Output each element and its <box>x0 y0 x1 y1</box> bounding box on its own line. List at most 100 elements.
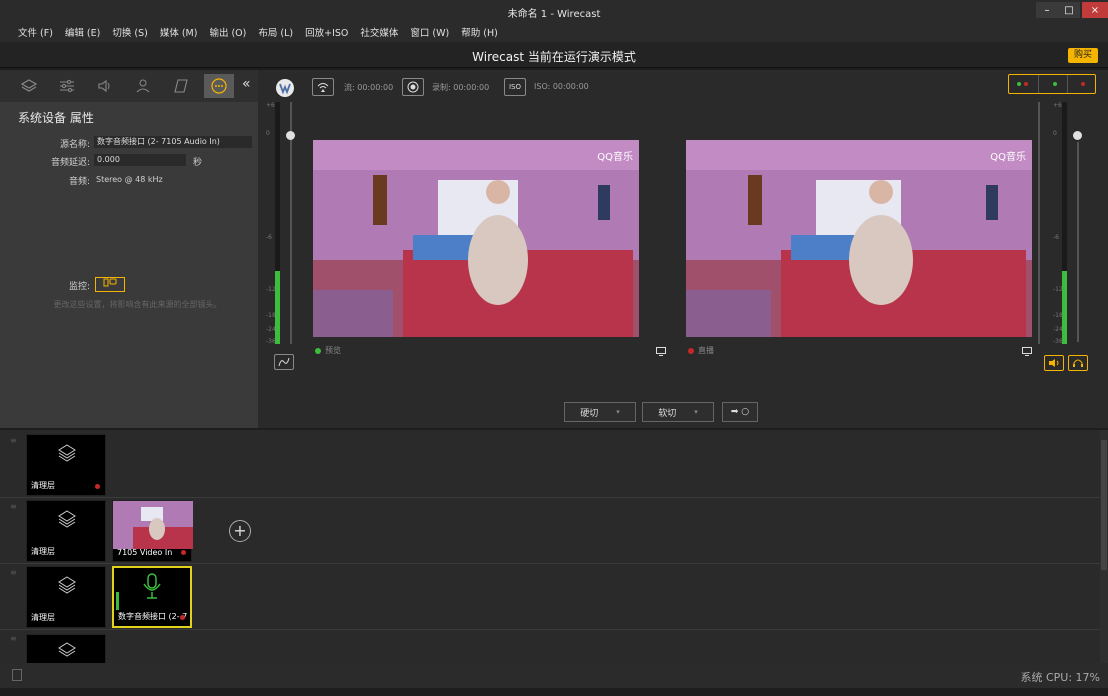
more-tab-icon[interactable] <box>204 74 234 98</box>
live-label: 直播 <box>698 346 714 355</box>
live-label-row: 直播 <box>688 345 714 356</box>
headphones-button[interactable] <box>1068 355 1088 371</box>
shot-tile[interactable] <box>26 634 106 664</box>
cut-transition-label: 硬切 <box>580 408 599 419</box>
volume-slider-knob-left[interactable] <box>286 131 295 140</box>
stream-time: 00:00:00 <box>357 83 394 92</box>
transform-tab-icon[interactable] <box>166 74 196 98</box>
maximize-button[interactable]: □ <box>1058 2 1080 18</box>
shot-label: 7105 Video In <box>117 548 173 557</box>
menu-layout[interactable]: 布局 (L) <box>258 25 293 39</box>
drag-handle-icon[interactable]: ≡ <box>10 502 17 511</box>
shot-tile[interactable]: 清理层 <box>26 566 106 628</box>
live-dot <box>95 484 100 489</box>
menu-window[interactable]: 窗口 (W) <box>410 25 449 39</box>
live-monitor-icon[interactable] <box>1022 346 1032 359</box>
source-name-field[interactable]: 数字音频接口 (2- 7105 Audio In) <box>94 136 252 148</box>
shot-tile-audio-selected[interactable]: 数字音频接口 (2- 7 <box>112 566 192 628</box>
menu-bar: 文件 (F) 编辑 (E) 切换 (S) 媒体 (M) 输出 (O) 布局 (L… <box>0 22 1108 42</box>
volume-slider-knob-right[interactable] <box>1073 131 1082 140</box>
audio-format-value: Stereo @ 48 kHz <box>96 175 163 184</box>
menu-switch[interactable]: 切换 (S) <box>112 25 147 39</box>
properties-panel: « 系统设备 属性 源名称: 数字音频接口 (2- 7105 Audio In)… <box>0 70 258 428</box>
preview-video[interactable]: QQ音乐 <box>313 140 639 337</box>
minimize-button[interactable]: – <box>1036 2 1058 18</box>
menu-media[interactable]: 媒体 (M) <box>160 25 198 39</box>
status-bar: 系统 CPU: 17% <box>0 663 1108 688</box>
preview-label: 预览 <box>325 346 341 355</box>
cut-transition-select[interactable]: 硬切 ▾ <box>564 402 636 422</box>
cpu-label: 系统 CPU: <box>1020 671 1073 684</box>
shot-tile-video[interactable]: 7105 Video In <box>112 500 193 562</box>
smooth-transition-label: 软切 <box>658 408 677 419</box>
iso-status: ISO: 00:00:00 <box>534 82 589 91</box>
drag-handle-icon[interactable]: ≡ <box>10 568 17 577</box>
buy-button[interactable]: 购买 <box>1068 48 1098 63</box>
volume-track-right-lower <box>1077 142 1079 342</box>
monitor-headphone-icon <box>103 278 117 287</box>
broadcast-icon <box>317 83 329 92</box>
preview-monitor-icon[interactable] <box>656 346 666 359</box>
menu-social[interactable]: 社交媒体 <box>360 25 398 39</box>
speaker-button[interactable] <box>1044 355 1064 371</box>
stream-button[interactable] <box>312 78 334 96</box>
audio-delay-field[interactable]: 0.000 <box>94 154 186 166</box>
live-image <box>686 140 1032 337</box>
close-button[interactable]: × <box>1082 2 1108 18</box>
iso-badge: ISO <box>508 83 522 91</box>
chevron-down-icon: ▾ <box>616 408 620 416</box>
menu-edit[interactable]: 编辑 (E) <box>65 25 100 39</box>
shot-tile[interactable]: 清理层 <box>26 500 106 562</box>
drag-handle-icon[interactable]: ≡ <box>10 634 17 643</box>
menu-replay-iso[interactable]: 回放+ISO <box>305 25 348 39</box>
audio-tab-icon[interactable] <box>90 74 120 98</box>
record-button[interactable] <box>402 78 424 96</box>
chevron-down-icon: ▾ <box>694 408 698 416</box>
live-dot <box>180 615 185 620</box>
menu-help[interactable]: 帮助 (H) <box>461 25 498 39</box>
menu-file[interactable]: 文件 (F) <box>18 25 53 39</box>
panel-tabs: « <box>0 70 258 102</box>
live-watermark: QQ音乐 <box>990 152 1026 163</box>
notes-icon[interactable] <box>12 669 22 681</box>
drag-handle-icon[interactable]: ≡ <box>10 436 17 445</box>
iso-button[interactable]: ISO <box>504 78 526 96</box>
divider <box>1067 75 1068 93</box>
layers-scrollbar[interactable] <box>1100 430 1108 663</box>
preview-label-row: 预览 <box>315 345 341 356</box>
live-dot <box>181 550 186 555</box>
layers-icon <box>58 444 76 462</box>
layers-icon <box>58 642 76 657</box>
person-tab-icon[interactable] <box>128 74 158 98</box>
record-time: 00:00:00 <box>453 83 490 92</box>
shot-label: 清理层 <box>31 613 55 622</box>
cpu-value: 17% <box>1075 671 1100 684</box>
source-name-label: 源名称: <box>59 140 90 150</box>
collapse-panel-button[interactable]: « <box>242 76 251 92</box>
window-title: 未命名 1 - Wirecast <box>507 9 601 20</box>
layer-row: ≡ 清理层 7105 Video In <box>0 498 1100 564</box>
volume-slider-track-right[interactable] <box>1038 102 1040 344</box>
smooth-transition-select[interactable]: 软切 ▾ <box>642 402 714 422</box>
live-video[interactable]: QQ音乐 <box>686 140 1032 337</box>
preview-live-area: 流: 00:00:00 录制: 00:00:00 ISO ISO: 00:00:… <box>258 70 1108 428</box>
demo-message: Wirecast 当前在运行演示模式 <box>472 50 636 64</box>
preview-watermark: QQ音乐 <box>597 152 633 163</box>
shot-tile[interactable]: 清理层 <box>26 434 106 496</box>
settings-hint: 更改这些设置，将影响含有此来源的全部镜头。 <box>53 300 222 309</box>
headphones-icon <box>1073 359 1083 367</box>
layers-tab-icon[interactable] <box>14 74 44 98</box>
divider <box>1038 75 1039 93</box>
monitor-toggle-button[interactable] <box>95 277 125 292</box>
status-led-green-2 <box>1053 82 1057 86</box>
curve-icon <box>278 357 290 367</box>
audio-mode-button[interactable] <box>274 354 294 370</box>
scrollbar-thumb[interactable] <box>1101 440 1107 570</box>
adjust-tab-icon[interactable] <box>52 74 82 98</box>
live-indicator-dot <box>688 347 694 354</box>
menu-output[interactable]: 输出 (O) <box>209 25 246 39</box>
go-button[interactable]: ➡ ○ <box>722 402 758 422</box>
add-shot-button[interactable]: + <box>229 520 251 542</box>
vu-level-right <box>1062 271 1067 344</box>
layer-row: ≡ 清理层 数字音频接口 (2- 7 <box>0 564 1100 630</box>
